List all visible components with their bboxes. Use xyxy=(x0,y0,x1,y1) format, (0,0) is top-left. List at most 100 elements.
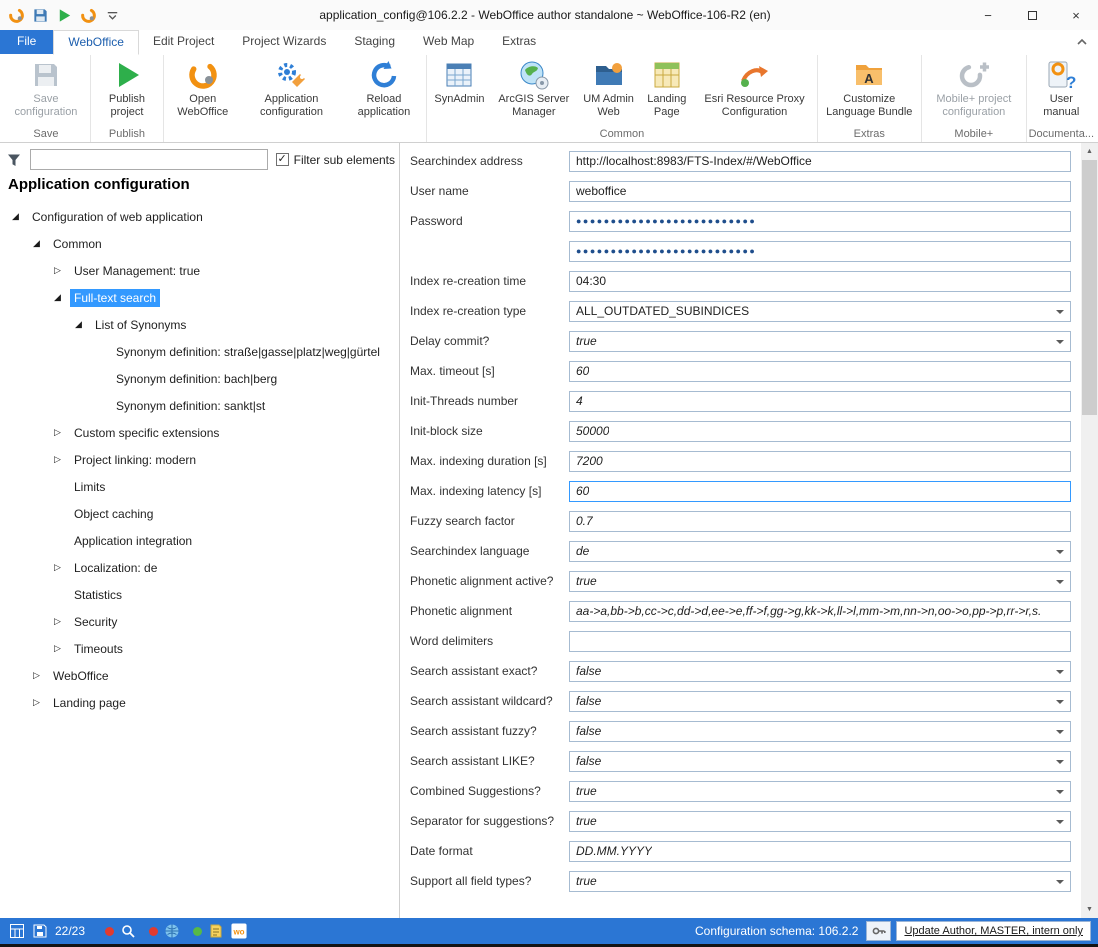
tab-file[interactable]: File xyxy=(0,30,53,54)
filter-sub-elements-checkbox[interactable]: ✓ xyxy=(276,153,289,166)
input-word-delimiters[interactable] xyxy=(569,631,1071,652)
weboffice-status-icon[interactable]: wo xyxy=(230,923,247,940)
ribbon-button-user-manual[interactable]: ?User manual xyxy=(1029,56,1094,119)
tree-item-limits[interactable]: Limits xyxy=(6,473,399,500)
select-phonetic-alignment-active[interactable]: true xyxy=(569,571,1071,592)
input-init-block-size[interactable]: 50000 xyxy=(569,421,1071,442)
input-max-indexing-latency-s[interactable]: 60 xyxy=(569,481,1071,502)
chevron-down-icon[interactable] xyxy=(1056,820,1064,824)
tab-project-wizards[interactable]: Project Wizards xyxy=(228,30,340,54)
status-notes-icon[interactable] xyxy=(207,923,224,940)
filter-input[interactable] xyxy=(30,149,268,170)
expand-arrow-icon[interactable]: ▷ xyxy=(54,643,70,654)
select-delay-commit[interactable]: true xyxy=(569,331,1071,352)
tab-extras[interactable]: Extras xyxy=(488,30,550,54)
ribbon-button-application-configuration[interactable]: Application configuration xyxy=(239,56,343,119)
tree-item-timeouts[interactable]: ▷Timeouts xyxy=(6,635,399,662)
select-search-assistant-wildcard[interactable]: false xyxy=(569,691,1071,712)
input-fuzzy-search-factor[interactable]: 0.7 xyxy=(569,511,1071,532)
ribbon-button-esri-resource-proxy-configuration[interactable]: Esri Resource Proxy Configuration xyxy=(695,56,815,119)
tree-item-synonym-definition-sankt-st[interactable]: Synonym definition: sankt|st xyxy=(6,392,399,419)
ribbon-button-reload-application[interactable]: Reload application xyxy=(343,56,424,119)
chevron-down-icon[interactable] xyxy=(1056,310,1064,314)
scroll-up-arrow-icon[interactable]: ▲ xyxy=(1081,143,1098,160)
input-date-format[interactable]: DD.MM.YYYY xyxy=(569,841,1071,862)
status-grid-icon[interactable] xyxy=(8,923,25,940)
tree-item-list-of-synonyms[interactable]: ◢List of Synonyms xyxy=(6,311,399,338)
tree-item-application-integration[interactable]: Application integration xyxy=(6,527,399,554)
window-minimize-button[interactable]: − xyxy=(966,0,1010,30)
chevron-down-icon[interactable] xyxy=(1056,760,1064,764)
ribbon-button-um-admin-web[interactable]: UM Admin Web xyxy=(578,56,639,119)
scroll-down-arrow-icon[interactable]: ▼ xyxy=(1081,901,1098,918)
status-globe-icon[interactable] xyxy=(163,923,180,940)
scrollbar-thumb[interactable] xyxy=(1082,160,1097,415)
collapse-arrow-icon[interactable]: ◢ xyxy=(33,238,49,249)
chevron-down-icon[interactable] xyxy=(1056,580,1064,584)
tree-item-configuration-of-web-application[interactable]: ◢Configuration of web application xyxy=(6,203,399,230)
expand-arrow-icon[interactable]: ▷ xyxy=(54,427,70,438)
select-index-re-creation-type[interactable]: ALL_OUTDATED_SUBINDICES xyxy=(569,301,1071,322)
ribbon-button-arcgis-server-manager[interactable]: ArcGIS Server Manager xyxy=(490,56,579,119)
tree-item-synonym-definition-stra-e-gasse-platz-we[interactable]: Synonym definition: straße|gasse|platz|w… xyxy=(6,338,399,365)
collapse-ribbon-icon[interactable] xyxy=(1074,34,1090,50)
input-password[interactable]: ●●●●●●●●●●●●●●●●●●●●●●●●●● xyxy=(569,211,1071,232)
expand-arrow-icon[interactable]: ▷ xyxy=(54,265,70,276)
ribbon-button-open-weboffice[interactable]: Open WebOffice xyxy=(166,56,239,119)
input-user-name[interactable]: weboffice xyxy=(569,181,1071,202)
quick-publish-icon[interactable] xyxy=(54,5,74,25)
ribbon-button-customize-language-bundle[interactable]: ACustomize Language Bundle xyxy=(820,56,920,119)
tree-item-object-caching[interactable]: Object caching xyxy=(6,500,399,527)
tab-staging[interactable]: Staging xyxy=(340,30,409,54)
tab-web-map[interactable]: Web Map xyxy=(409,30,488,54)
select-support-all-field-types[interactable]: true xyxy=(569,871,1071,892)
expand-arrow-icon[interactable]: ▷ xyxy=(54,616,70,627)
chevron-down-icon[interactable] xyxy=(1056,790,1064,794)
input-init-threads-number[interactable]: 4 xyxy=(569,391,1071,412)
input-max-timeout-s[interactable]: 60 xyxy=(569,361,1071,382)
collapse-arrow-icon[interactable]: ◢ xyxy=(75,319,91,330)
ribbon-button-landing-page[interactable]: Landing Page xyxy=(639,56,694,119)
input-phonetic-alignment[interactable]: aa->a,bb->b,cc->c,dd->d,ee->e,ff->f,gg->… xyxy=(569,601,1071,622)
tree-item-security[interactable]: ▷Security xyxy=(6,608,399,635)
tree-item-localization-de[interactable]: ▷Localization: de xyxy=(6,554,399,581)
key-button[interactable] xyxy=(866,921,891,941)
input-searchindex-address[interactable]: http://localhost:8983/FTS-Index/#/WebOff… xyxy=(569,151,1071,172)
select-separator-for-suggestions[interactable]: true xyxy=(569,811,1071,832)
window-maximize-button[interactable] xyxy=(1010,0,1054,30)
tree-item-weboffice[interactable]: ▷WebOffice xyxy=(6,662,399,689)
collapse-arrow-icon[interactable]: ◢ xyxy=(12,211,28,222)
tree-item-user-management-true[interactable]: ▷User Management: true xyxy=(6,257,399,284)
vertical-scrollbar[interactable]: ▲ ▼ xyxy=(1081,143,1098,918)
select-search-assistant-fuzzy[interactable]: false xyxy=(569,721,1071,742)
input-password-confirm[interactable]: ●●●●●●●●●●●●●●●●●●●●●●●●●● xyxy=(569,241,1071,262)
expand-arrow-icon[interactable]: ▷ xyxy=(54,562,70,573)
tree-item-full-text-search[interactable]: ◢Full-text search xyxy=(6,284,399,311)
ribbon-button-publish-project[interactable]: Publish project xyxy=(93,56,161,119)
tree-item-synonym-definition-bach-berg[interactable]: Synonym definition: bach|berg xyxy=(6,365,399,392)
tree-item-common[interactable]: ◢Common xyxy=(6,230,399,257)
select-search-assistant-like[interactable]: false xyxy=(569,751,1071,772)
chevron-down-icon[interactable] xyxy=(1056,880,1064,884)
chevron-down-icon[interactable] xyxy=(1056,670,1064,674)
tree-item-custom-specific-extensions[interactable]: ▷Custom specific extensions xyxy=(6,419,399,446)
tree-item-landing-page[interactable]: ▷Landing page xyxy=(6,689,399,716)
expand-arrow-icon[interactable]: ▷ xyxy=(33,670,49,681)
chevron-down-icon[interactable] xyxy=(1056,550,1064,554)
collapse-arrow-icon[interactable]: ◢ xyxy=(54,292,70,303)
tab-weboffice[interactable]: WebOffice xyxy=(53,30,139,55)
select-search-assistant-exact[interactable]: false xyxy=(569,661,1071,682)
status-disk-icon[interactable] xyxy=(31,923,48,940)
chevron-down-icon[interactable] xyxy=(1056,730,1064,734)
chevron-down-icon[interactable] xyxy=(1056,700,1064,704)
select-combined-suggestions[interactable]: true xyxy=(569,781,1071,802)
quick-weboffice-icon[interactable] xyxy=(78,5,98,25)
quick-access-dropdown-icon[interactable] xyxy=(102,5,122,25)
expand-arrow-icon[interactable]: ▷ xyxy=(33,697,49,708)
update-author-button[interactable]: Update Author, MASTER, intern only xyxy=(896,921,1091,941)
window-close-button[interactable]: × xyxy=(1054,0,1098,30)
tree-item-statistics[interactable]: Statistics xyxy=(6,581,399,608)
chevron-down-icon[interactable] xyxy=(1056,340,1064,344)
input-max-indexing-duration-s[interactable]: 7200 xyxy=(569,451,1071,472)
quick-save-icon[interactable] xyxy=(30,5,50,25)
